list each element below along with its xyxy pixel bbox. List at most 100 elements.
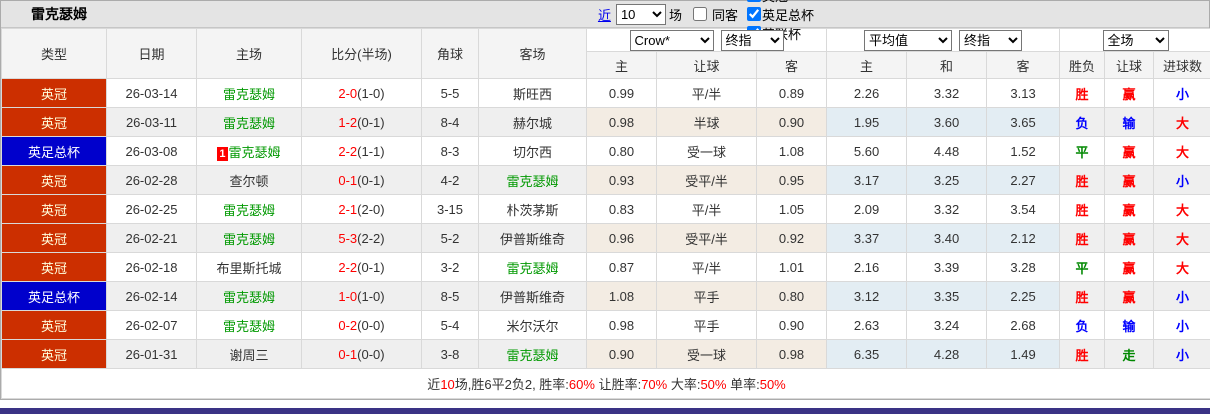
- col-header-ah-home: 主: [586, 51, 657, 79]
- away-team-name: 切尔西: [512, 144, 552, 160]
- col-header-result-goals: 进球数: [1153, 51, 1210, 79]
- euro-home-odds-cell: 5.60: [826, 136, 908, 166]
- away-team-cell: 米尔沃尔: [478, 310, 587, 340]
- score-cell: 2-2(0-1): [301, 252, 422, 282]
- summary-stat-value: 70%: [641, 377, 668, 392]
- away-team-name: 伊普斯维奇: [499, 289, 565, 305]
- result-goals-cell: 小: [1153, 165, 1210, 195]
- corners-cell: 5-4: [421, 310, 479, 340]
- euro-away-odds-cell: 3.54: [986, 194, 1061, 224]
- euro-home-odds-cell: 3.17: [826, 165, 908, 195]
- matches-unit-label: 场: [668, 7, 682, 23]
- home-team-cell: 布里斯托城: [196, 252, 302, 282]
- home-team-cell: 雷克瑟姆: [196, 310, 302, 340]
- recent-count-select[interactable]: 10: [615, 3, 666, 25]
- corners-cell: 8-4: [421, 107, 479, 137]
- recent-link[interactable]: 近: [598, 5, 611, 24]
- ah-home-odds-cell: 0.83: [586, 194, 657, 224]
- match-row: 英冠 26-02-28 查尔顿 0-1(0-1) 4-2 雷克瑟姆 0.93 受平/半 0.95…: [1, 165, 1210, 195]
- euro-away-odds-cell: 3.13: [986, 78, 1061, 108]
- ah-handicap-cell: 受一球: [656, 339, 757, 369]
- result-goals-cell: 小: [1153, 339, 1210, 369]
- result-outcome-cell: 平: [1059, 136, 1106, 166]
- fulltime-score: 0-1: [338, 172, 358, 188]
- result-outcome-cell: 负: [1059, 310, 1106, 340]
- away-team-cell: 雷克瑟姆: [478, 165, 587, 195]
- match-row: 英冠 26-03-14 雷克瑟姆 2-0(1-0) 5-5 斯旺西 0.99 平/半 0.89 2…: [1, 78, 1210, 108]
- euro-home-odds-cell: 2.09: [826, 194, 908, 224]
- euro-home-odds-cell: 2.16: [826, 252, 908, 282]
- corners-cell: 3-15: [421, 194, 479, 224]
- euro-draw-odds-cell: 3.32: [906, 78, 988, 108]
- scope-selector-zone: 全场: [1059, 28, 1210, 52]
- halftime-score: (0-1): [357, 172, 385, 188]
- date-cell: 26-02-25: [106, 194, 197, 224]
- date-cell: 26-01-31: [106, 339, 197, 369]
- corners-cell: 8-5: [421, 281, 479, 311]
- date-cell: 26-03-14: [106, 78, 197, 108]
- home-team-cell: 雷克瑟姆: [196, 107, 302, 137]
- ah-home-odds-cell: 0.98: [586, 310, 657, 340]
- result-outcome-cell: 胜: [1059, 165, 1106, 195]
- result-goals-cell: 大: [1153, 136, 1210, 166]
- away-team-name: 米尔沃尔: [506, 318, 559, 334]
- ah-home-odds-cell: 0.93: [586, 165, 657, 195]
- home-team-cell: 查尔顿: [196, 165, 302, 195]
- result-goals-cell: 大: [1153, 107, 1210, 137]
- ah-home-odds-cell: 0.90: [586, 339, 657, 369]
- league-filter-checkbox-0[interactable]: [746, 0, 761, 2]
- match-row: 英冠 26-02-25 雷克瑟姆 2-1(2-0) 3-15 朴茨茅斯 0.83 平/半 1.0…: [1, 194, 1210, 224]
- home-team-name: 布里斯托城: [216, 260, 282, 276]
- home-team-cell: 谢周三: [196, 339, 302, 369]
- euro-source-select[interactable]: 平均值: [864, 29, 953, 51]
- away-team-cell: 伊普斯维奇: [478, 281, 587, 311]
- euro-home-odds-cell: 3.37: [826, 223, 908, 253]
- ah-home-odds-cell: 1.08: [586, 281, 657, 311]
- halftime-score: (2-0): [357, 201, 385, 217]
- score-cell: 0-1(0-0): [301, 339, 422, 369]
- halftime-score: (0-1): [357, 259, 385, 275]
- ah-away-odds-cell: 0.90: [755, 107, 828, 137]
- away-team-name: 雷克瑟姆: [506, 347, 559, 363]
- match-history-page: 雷克瑟姆 近 10 场 同客 英冠英足总杯英联杯 类型: [0, 0, 1210, 414]
- league-filter: 英足总杯: [741, 5, 814, 24]
- halftime-score: (1-0): [357, 85, 385, 101]
- away-team-cell: 伊普斯维奇: [478, 223, 587, 253]
- match-row: 英冠 26-02-07 雷克瑟姆 0-2(0-0) 5-4 米尔沃尔 0.98 平手 0.90 2…: [1, 310, 1210, 340]
- corners-cell: 8-3: [421, 136, 479, 166]
- home-team-name: 雷克瑟姆: [222, 86, 275, 102]
- euro-draw-odds-cell: 3.24: [906, 310, 988, 340]
- euro-stage-select[interactable]: 终指: [959, 29, 1023, 51]
- date-cell: 26-02-21: [106, 223, 197, 253]
- home-team-name: 雷克瑟姆: [222, 231, 275, 247]
- ah-away-odds-cell: 0.92: [755, 223, 828, 253]
- home-team-cell: 雷克瑟姆: [196, 194, 302, 224]
- ah-away-odds-cell: 1.08: [755, 136, 828, 166]
- result-goals-cell: 小: [1153, 310, 1210, 340]
- league-type-cell: 英冠: [1, 194, 107, 224]
- bookmaker-select[interactable]: Crow*: [629, 29, 714, 51]
- home-team-name: 查尔顿: [229, 173, 269, 189]
- corners-cell: 3-2: [421, 252, 479, 282]
- score-cell: 2-0(1-0): [301, 78, 422, 108]
- league-filter-checkbox-1[interactable]: [746, 7, 761, 21]
- same-away-checkbox[interactable]: [692, 7, 707, 21]
- ah-away-odds-cell: 0.89: [755, 78, 828, 108]
- summary-stats: 近10场,胜6平2负2, 胜率:60% 让胜率:70% 大率:50% 单率:50…: [0, 368, 1210, 399]
- league-type-cell: 英冠: [1, 165, 107, 195]
- home-team-name: 雷克瑟姆: [222, 115, 275, 131]
- result-handicap-cell: 赢: [1104, 223, 1155, 253]
- league-type-cell: 英冠: [1, 78, 107, 108]
- ah-away-odds-cell: 1.05: [755, 194, 828, 224]
- euro-away-odds-cell: 3.65: [986, 107, 1061, 137]
- scope-select[interactable]: 全场: [1102, 29, 1169, 51]
- score-cell: 2-2(1-1): [301, 136, 422, 166]
- league-type-cell: 英冠: [1, 252, 107, 282]
- summary-stat-value: 10: [440, 377, 455, 392]
- summary-stat-value: 50%: [700, 377, 727, 392]
- corners-cell: 5-2: [421, 223, 479, 253]
- ah-stage-select[interactable]: 终指: [720, 29, 784, 51]
- ah-handicap-cell: 平/半: [656, 78, 757, 108]
- result-goals-cell: 大: [1153, 223, 1210, 253]
- euro-draw-odds-cell: 4.48: [906, 136, 988, 166]
